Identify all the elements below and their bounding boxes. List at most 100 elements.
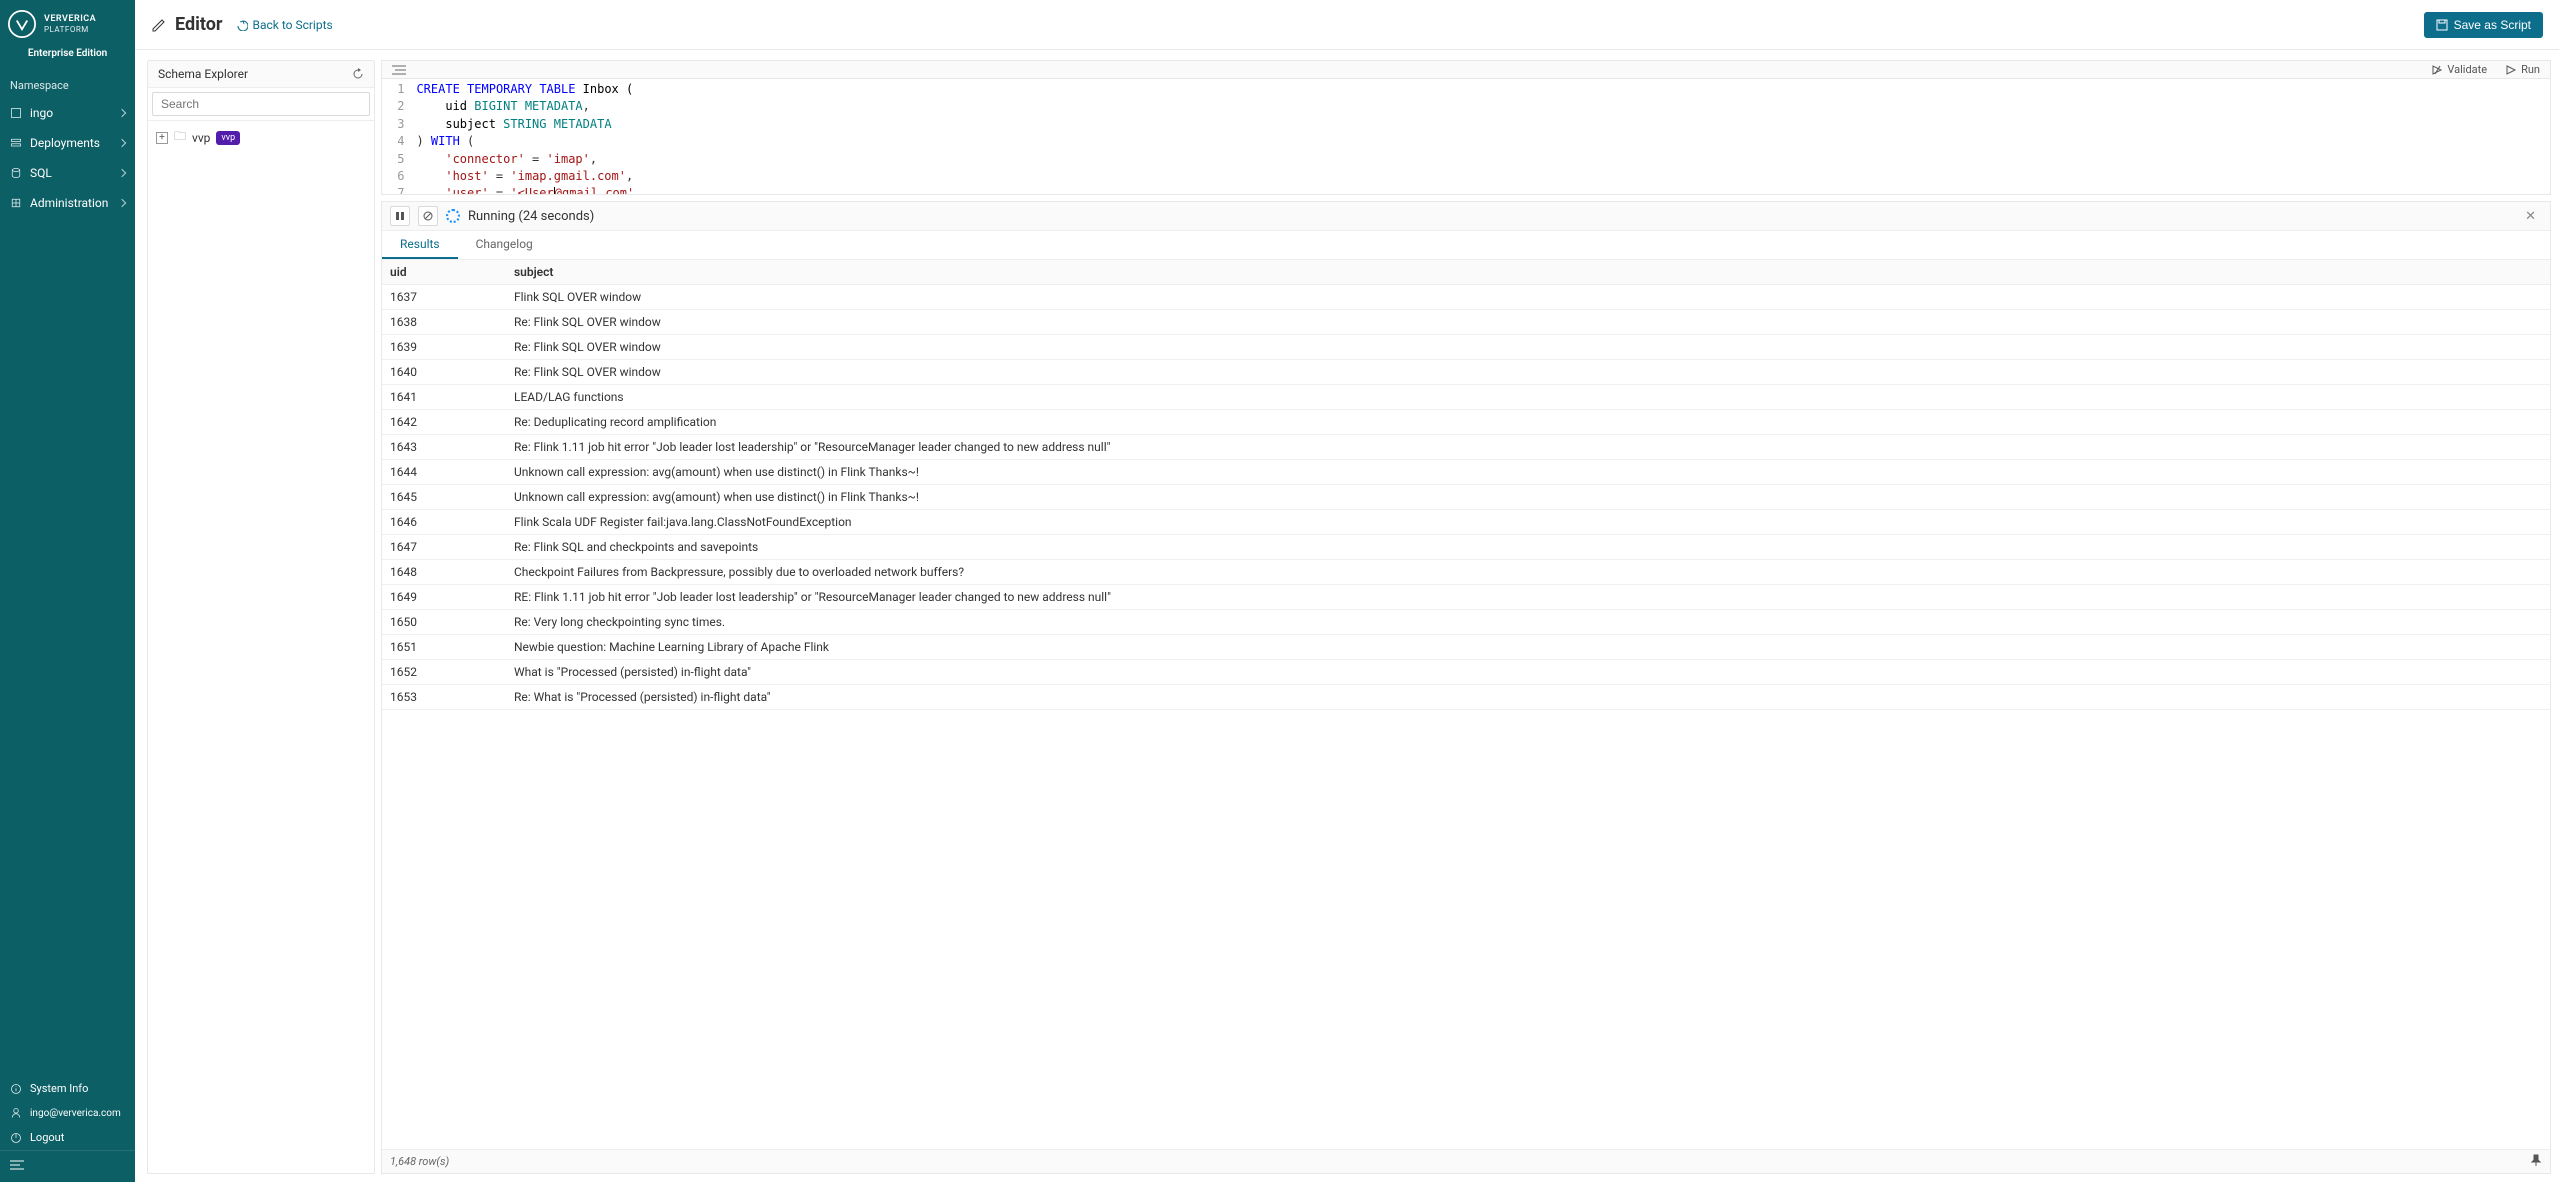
page-title-wrap: Editor (151, 14, 222, 35)
sql-editor[interactable]: 123456789101112 CREATE TEMPORARY TABLE I… (381, 78, 2551, 195)
brand-sub: PLATFORM (44, 25, 96, 34)
save-label: Save as Script (2454, 18, 2531, 32)
line-gutter: 123456789101112 (382, 79, 408, 194)
deployments-icon (10, 137, 22, 149)
cell-subject: Re: What is "Processed (persisted) in-fl… (506, 685, 2550, 709)
table-row[interactable]: 1652What is "Processed (persisted) in-fl… (382, 660, 2550, 685)
page-title: Editor (175, 14, 222, 35)
cell-uid: 1643 (382, 435, 506, 459)
table-row[interactable]: 1642Re: Deduplicating record amplificati… (382, 410, 2550, 435)
table-row[interactable]: 1653Re: What is "Processed (persisted) i… (382, 685, 2550, 710)
info-icon (10, 1083, 22, 1095)
cell-subject: Unknown call expression: avg(amount) whe… (506, 485, 2550, 509)
cell-uid: 1652 (382, 660, 506, 684)
tree-item-vvp[interactable]: + 🗀 vvp vvp (156, 127, 366, 148)
column-header-subject[interactable]: subject (506, 260, 2550, 284)
chevron-right-icon (118, 109, 126, 117)
namespace-label: Namespace (0, 73, 135, 98)
stop-button[interactable] (418, 206, 438, 226)
running-status: Running (24 seconds) (468, 209, 594, 224)
back-to-scripts-link[interactable]: Back to Scripts (236, 18, 332, 32)
table-row[interactable]: 1650Re: Very long checkpointing sync tim… (382, 610, 2550, 635)
validate-icon (2431, 64, 2443, 76)
spinner-icon (446, 209, 460, 223)
system-info-label: System Info (30, 1082, 88, 1095)
brand-logo: VERVERICA PLATFORM (0, 0, 135, 42)
table-row[interactable]: 1641LEAD/LAG functions (382, 385, 2550, 410)
save-icon (2436, 19, 2448, 31)
cell-uid: 1650 (382, 610, 506, 634)
cell-uid: 1653 (382, 685, 506, 709)
table-row[interactable]: 1648Checkpoint Failures from Backpressur… (382, 560, 2550, 585)
pin-icon[interactable] (2530, 1154, 2542, 1169)
cell-subject: LEAD/LAG functions (506, 385, 2550, 409)
table-row[interactable]: 1643Re: Flink 1.11 job hit error "Job le… (382, 435, 2550, 460)
sidebar-item-label: ingo (30, 106, 53, 120)
topbar: Editor Back to Scripts Save as Script (135, 0, 2559, 50)
admin-icon (10, 197, 22, 209)
chevron-right-icon (118, 169, 126, 177)
folder-icon: 🗀 (174, 127, 186, 148)
sidebar-item-label: Administration (30, 196, 108, 210)
sidebar-system-info[interactable]: System Info (0, 1076, 135, 1101)
cell-uid: 1648 (382, 560, 506, 584)
schema-search-input[interactable] (152, 92, 370, 116)
table-row[interactable]: 1651Newbie question: Machine Learning Li… (382, 635, 2550, 660)
format-icon[interactable] (392, 64, 406, 76)
validate-label: Validate (2447, 63, 2487, 76)
sidebar-item-administration[interactable]: Administration (0, 188, 135, 218)
cell-subject: Re: Flink SQL OVER window (506, 310, 2550, 334)
refresh-icon[interactable] (352, 68, 364, 80)
cell-uid: 1644 (382, 460, 506, 484)
logo-icon (8, 10, 36, 38)
tree-item-badge: vvp (216, 131, 240, 145)
back-icon (236, 19, 248, 31)
sidebar-logout[interactable]: Logout (0, 1125, 135, 1150)
stop-icon (423, 211, 433, 221)
close-results-button[interactable]: ✕ (2519, 209, 2542, 224)
tab-results[interactable]: Results (382, 231, 458, 259)
results-table[interactable]: uid subject 1637Flink SQL OVER window163… (382, 260, 2550, 1149)
cell-subject: RE: Flink 1.11 job hit error "Job leader… (506, 585, 2550, 609)
sidebar: VERVERICA PLATFORM Enterprise Edition Na… (0, 0, 135, 1182)
table-row[interactable]: 1645Unknown call expression: avg(amount)… (382, 485, 2550, 510)
logout-label: Logout (30, 1131, 64, 1144)
table-row[interactable]: 1646Flink Scala UDF Register fail:java.l… (382, 510, 2550, 535)
cell-subject: Flink Scala UDF Register fail:java.lang.… (506, 510, 2550, 534)
sidebar-user[interactable]: ingo@ververica.com (0, 1101, 135, 1125)
run-label: Run (2521, 63, 2540, 76)
table-row[interactable]: 1640Re: Flink SQL OVER window (382, 360, 2550, 385)
validate-button[interactable]: Validate (2431, 63, 2487, 76)
save-as-script-button[interactable]: Save as Script (2424, 12, 2543, 38)
sidebar-item-sql[interactable]: SQL (0, 158, 135, 188)
tab-changelog[interactable]: Changelog (458, 231, 551, 259)
pause-icon (395, 211, 405, 221)
sidebar-collapse[interactable] (0, 1150, 135, 1182)
table-row[interactable]: 1649RE: Flink 1.11 job hit error "Job le… (382, 585, 2550, 610)
results-panel: Running (24 seconds) ✕ Results Changelog… (381, 201, 2551, 1174)
cell-subject: Checkpoint Failures from Backpressure, p… (506, 560, 2550, 584)
run-button[interactable]: Run (2505, 63, 2540, 76)
cell-subject: Re: Deduplicating record amplification (506, 410, 2550, 434)
cell-uid: 1647 (382, 535, 506, 559)
cell-subject: Re: Flink 1.11 job hit error "Job leader… (506, 435, 2550, 459)
table-row[interactable]: 1639Re: Flink SQL OVER window (382, 335, 2550, 360)
editor-toolbar: Validate Run (381, 60, 2551, 78)
namespace-icon (10, 107, 22, 119)
cell-subject: Re: Flink SQL and checkpoints and savepo… (506, 535, 2550, 559)
table-row[interactable]: 1637Flink SQL OVER window (382, 285, 2550, 310)
sidebar-item-namespace[interactable]: ingo (0, 98, 135, 128)
cell-subject: Re: Flink SQL OVER window (506, 360, 2550, 384)
sidebar-item-label: Deployments (30, 136, 100, 150)
code-content[interactable]: CREATE TEMPORARY TABLE Inbox ( uid BIGIN… (408, 79, 670, 194)
table-row[interactable]: 1647Re: Flink SQL and checkpoints and sa… (382, 535, 2550, 560)
cell-uid: 1645 (382, 485, 506, 509)
cell-uid: 1649 (382, 585, 506, 609)
table-row[interactable]: 1644Unknown call expression: avg(amount)… (382, 460, 2550, 485)
column-header-uid[interactable]: uid (382, 260, 506, 284)
expand-icon[interactable]: + (156, 132, 168, 144)
sidebar-item-deployments[interactable]: Deployments (0, 128, 135, 158)
pause-button[interactable] (390, 206, 410, 226)
cell-subject: Flink SQL OVER window (506, 285, 2550, 309)
table-row[interactable]: 1638Re: Flink SQL OVER window (382, 310, 2550, 335)
